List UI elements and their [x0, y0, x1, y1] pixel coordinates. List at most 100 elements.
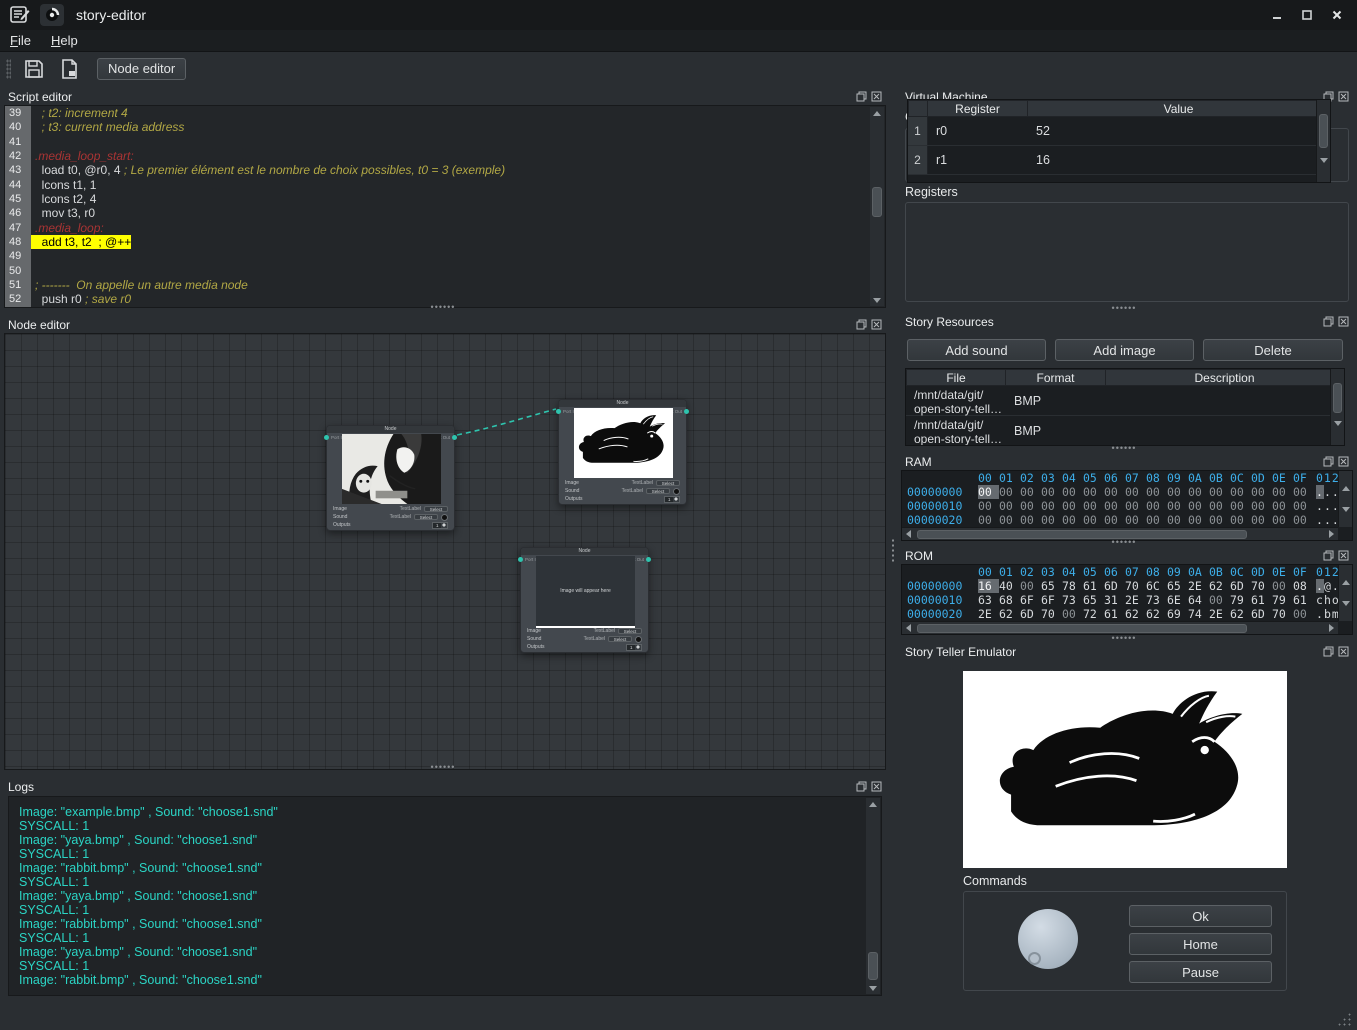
logs-scrollbar[interactable] [866, 798, 880, 994]
hex-byte-cell[interactable]: 2E [978, 607, 999, 621]
float-icon[interactable] [856, 91, 867, 102]
outputs-spinbox[interactable]: 1 [626, 644, 642, 651]
vm-close-icon[interactable] [1338, 91, 1349, 102]
ram-titlebar[interactable]: RAM [897, 453, 1357, 470]
hex-byte-cell[interactable]: 61 [1293, 593, 1314, 607]
hex-byte-cell[interactable]: 00 [1188, 499, 1209, 513]
hex-byte-cell[interactable]: 73 [1146, 593, 1167, 607]
new-file-icon[interactable] [57, 57, 83, 81]
code-line[interactable]: 49 [5, 249, 885, 263]
rom-vscrollbar[interactable] [1338, 565, 1352, 621]
float-icon[interactable] [1323, 316, 1334, 327]
select-button[interactable]: Select [646, 488, 670, 494]
emulator-titlebar[interactable]: Story Teller Emulator [897, 643, 1357, 660]
code-line[interactable]: 46 mov t3, r0 [5, 206, 885, 220]
hex-byte-cell[interactable]: 00 [1125, 499, 1146, 513]
node-title[interactable]: Node [327, 426, 454, 433]
node-editor-splitter-handle[interactable]: •••••• [428, 766, 458, 770]
hex-byte-cell[interactable]: 00 [1041, 485, 1062, 499]
rom-row[interactable]: 000000001640006578616D706C652E626D700008… [902, 579, 1352, 593]
hex-byte-cell[interactable]: 79 [1230, 593, 1251, 607]
hex-byte-cell[interactable]: 00 [1083, 485, 1104, 499]
script-scrollbar[interactable] [870, 107, 884, 306]
node-editor-close-icon[interactable] [871, 319, 882, 330]
hex-byte-cell[interactable]: 00 [1272, 513, 1293, 527]
hex-byte-cell[interactable]: 65 [1167, 579, 1188, 593]
float-icon[interactable] [1323, 550, 1334, 561]
hex-byte-cell[interactable]: 00 [1062, 513, 1083, 527]
hex-byte-cell[interactable]: 61 [1083, 579, 1104, 593]
hex-byte-cell[interactable]: 00 [1104, 499, 1125, 513]
media-node-1[interactable]: NodePort InPort Out ImageTextLabelSelect… [326, 425, 455, 531]
code-line[interactable]: 40 ; t3: current media address [5, 120, 885, 134]
hex-byte-cell[interactable]: 00 [1062, 499, 1083, 513]
close-icon[interactable] [1338, 550, 1349, 561]
close-button[interactable] [1325, 5, 1349, 25]
hex-byte-cell[interactable]: 70 [1041, 607, 1062, 621]
hex-byte-cell[interactable]: 00 [1209, 485, 1230, 499]
code-line[interactable]: 44 lcons t1, 1 [5, 178, 885, 192]
sound-play-button[interactable] [635, 636, 642, 643]
register-row[interactable]: 2r116 [908, 146, 1330, 175]
hex-byte-cell[interactable]: 40 [999, 579, 1020, 593]
hex-byte-cell[interactable]: 00 [1230, 513, 1251, 527]
ram-row[interactable]: 0000000000000000000000000000000000000000… [902, 485, 1352, 499]
hex-byte-cell[interactable]: 00 [1230, 485, 1251, 499]
node-editor-titlebar[interactable]: Node editor [0, 316, 890, 333]
hex-byte-cell[interactable]: 6C [1146, 579, 1167, 593]
float-icon[interactable] [856, 319, 867, 330]
ok-button[interactable]: Ok [1129, 905, 1272, 927]
home-button[interactable]: Home [1129, 933, 1272, 955]
hex-byte-cell[interactable]: 00 [1293, 499, 1314, 513]
add-image-button[interactable]: Add image [1055, 339, 1194, 361]
hex-byte-cell[interactable]: 61 [1104, 607, 1125, 621]
port-out-dot[interactable] [646, 557, 651, 562]
script-float-icon[interactable] [856, 91, 867, 102]
code-line[interactable]: 51; ------- On appelle un autre media no… [5, 278, 885, 292]
hex-byte-cell[interactable]: 73 [1062, 593, 1083, 607]
hex-byte-cell[interactable]: 00 [1083, 513, 1104, 527]
maximize-button[interactable] [1295, 5, 1319, 25]
hex-byte-cell[interactable]: 6D [1251, 607, 1272, 621]
hex-byte-cell[interactable]: 00 [1062, 485, 1083, 499]
sound-play-button[interactable] [441, 514, 448, 521]
hex-byte-cell[interactable]: 00 [1209, 593, 1230, 607]
hex-byte-cell[interactable]: 65 [1083, 593, 1104, 607]
window-size-grip[interactable] [1337, 1012, 1351, 1026]
sound-play-button[interactable] [673, 488, 680, 495]
select-button[interactable]: Select [608, 636, 632, 642]
code-line[interactable]: 47.media_loop: [5, 221, 885, 235]
hex-byte-cell[interactable]: 62 [1146, 607, 1167, 621]
hex-byte-cell[interactable]: 00 [1125, 485, 1146, 499]
hex-byte-cell[interactable]: 00 [1062, 607, 1083, 621]
hex-byte-cell[interactable]: 70 [1272, 607, 1293, 621]
node-title[interactable]: Node [559, 400, 686, 407]
hex-byte-cell[interactable]: 00 [1020, 513, 1041, 527]
ram-row[interactable]: 0000002000000000000000000000000000000000… [902, 513, 1352, 527]
media-node-2[interactable]: NodePort InPort Out ImageTextLabelSelect… [558, 399, 687, 505]
hex-byte-cell[interactable]: 00 [1041, 499, 1062, 513]
rom-hex-view[interactable]: 000102030405060708090A0B0C0D0E0F01200000… [901, 564, 1353, 635]
resources-table[interactable]: File Format Description /mnt/data/git/ o… [905, 368, 1345, 446]
hex-byte-cell[interactable]: 00 [1230, 499, 1251, 513]
hex-byte-cell[interactable]: 2E [1209, 607, 1230, 621]
hex-byte-cell[interactable]: 00 [978, 499, 999, 513]
select-button[interactable]: Select [414, 514, 438, 520]
hex-byte-cell[interactable]: 00 [1251, 513, 1272, 527]
pause-button[interactable]: Pause [1129, 961, 1272, 983]
hex-byte-cell[interactable]: 62 [1209, 579, 1230, 593]
hex-byte-cell[interactable]: 74 [1188, 607, 1209, 621]
float-icon[interactable] [1323, 456, 1334, 467]
rom-row[interactable]: 000000202E626D70007261626269742E626D7000… [902, 607, 1352, 621]
hex-byte-cell[interactable]: 00 [1209, 513, 1230, 527]
script-close-icon[interactable] [871, 91, 882, 102]
hex-byte-cell[interactable]: 00 [1104, 513, 1125, 527]
hex-byte-cell[interactable]: 00 [978, 513, 999, 527]
hex-byte-cell[interactable]: 00 [1188, 513, 1209, 527]
hex-byte-cell[interactable]: 69 [1167, 607, 1188, 621]
outputs-spinbox[interactable]: 1 [664, 496, 680, 503]
hex-byte-cell[interactable]: 68 [999, 593, 1020, 607]
select-button[interactable]: Select [424, 506, 448, 512]
add-sound-button[interactable]: Add sound [907, 339, 1046, 361]
script-editor-content[interactable]: 39 ; t2: increment 440 ; t3: current med… [4, 105, 886, 308]
